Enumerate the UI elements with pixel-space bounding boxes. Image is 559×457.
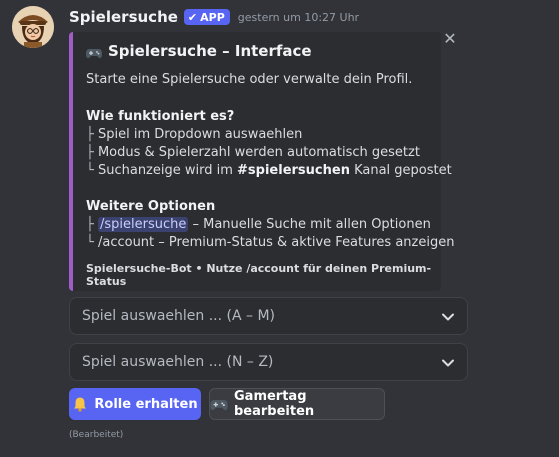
- how-heading: Wie funktioniert es?: [86, 109, 235, 124]
- embed-title-text: Spielersuche – Interface: [108, 42, 312, 60]
- close-icon[interactable]: ✕: [443, 31, 457, 47]
- command-mention-spielersuche[interactable]: /spielersuche: [97, 217, 189, 232]
- how-step-2: ├ Modus & Spielerzahl werden automatisch…: [86, 145, 420, 160]
- get-role-label: Rolle erhalten: [94, 396, 198, 412]
- more-item-text: – Manuelle Suche mit allen Optionen: [188, 217, 431, 232]
- message-header: Spielersuche ✔ APP gestern um 10:27 Uhr: [69, 6, 359, 28]
- more-item-text: – Premium-Status & aktive Features anzei…: [154, 235, 455, 250]
- how-step-text: Spiel im Dropdown auswaehlen: [97, 127, 303, 142]
- more-item-2: └ /account – Premium-Status & aktive Fea…: [86, 235, 454, 250]
- how-step-text: Modus & Spielerzahl werden automatisch g…: [97, 145, 420, 160]
- game-select-n-z[interactable]: Spiel auswaehlen ... (N – Z): [69, 343, 468, 381]
- gamepad-icon: [210, 398, 228, 411]
- app-badge: ✔ APP: [183, 9, 230, 25]
- embed-description: Starte eine Spielersuche oder verwalte d…: [86, 72, 413, 87]
- chevron-down-icon: [442, 359, 454, 367]
- edit-gamertag-label: Gamertag bearbeiten: [234, 389, 315, 419]
- bot-message: Spielersuche ✔ APP gestern um 10:27 Uhr …: [0, 0, 559, 457]
- embed: Spielersuche – Interface Starte eine Spi…: [69, 32, 454, 291]
- tree-connector: ├: [86, 127, 94, 142]
- chevron-down-icon: [442, 313, 454, 321]
- more-heading: Weitere Optionen: [86, 199, 216, 214]
- channel-mention[interactable]: #spielersuchen: [237, 163, 350, 178]
- tree-connector: ├: [86, 217, 94, 232]
- command-text-account: /account: [97, 235, 155, 250]
- tree-connector: ├: [86, 145, 94, 160]
- get-role-button[interactable]: Rolle erhalten: [69, 388, 201, 420]
- edited-indicator: (Bearbeitet): [69, 430, 124, 440]
- app-badge-label: APP: [200, 10, 225, 24]
- game-select-a-m[interactable]: Spiel auswaehlen ... (A – M): [69, 297, 468, 335]
- gamepad-icon: [86, 45, 102, 59]
- avatar-image: [12, 6, 54, 48]
- timestamp[interactable]: gestern um 10:27 Uhr: [238, 11, 359, 24]
- embed-footer: Spielersuche-Bot • Nutze /account für de…: [86, 262, 432, 288]
- verified-check-icon: ✔: [187, 10, 198, 24]
- more-item-1: ├ /spielersuche – Manuelle Suche mit all…: [86, 217, 431, 232]
- avatar[interactable]: [12, 6, 54, 48]
- tree-connector: └: [86, 235, 94, 250]
- how-step-text: Kanal gepostet: [349, 163, 452, 178]
- embed-title: Spielersuche – Interface: [86, 42, 312, 60]
- edit-gamertag-button[interactable]: Gamertag bearbeiten: [209, 388, 385, 420]
- how-step-1: ├ Spiel im Dropdown auswaehlen: [86, 127, 302, 142]
- select-placeholder: Spiel auswaehlen ... (A – M): [82, 308, 275, 324]
- author-name[interactable]: Spielersuche: [69, 8, 178, 26]
- bell-icon: [72, 396, 88, 412]
- tree-connector: └: [86, 163, 94, 178]
- how-step-text: Suchanzeige wird im: [97, 163, 238, 178]
- how-step-3: └ Suchanzeige wird im #spielersuchen Kan…: [86, 163, 452, 178]
- select-placeholder: Spiel auswaehlen ... (N – Z): [82, 354, 274, 370]
